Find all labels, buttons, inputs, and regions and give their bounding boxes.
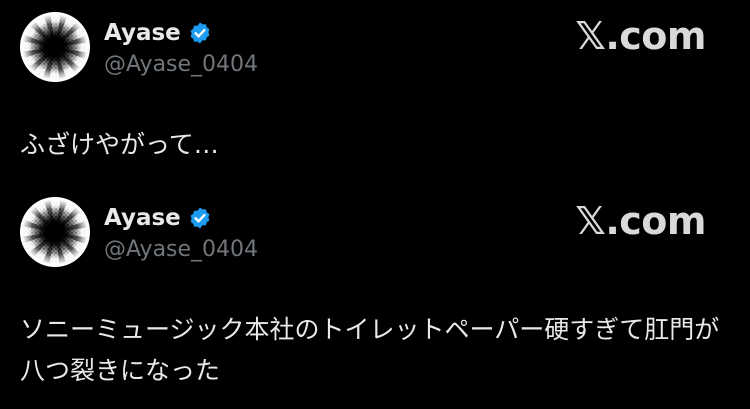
x-logo: 𝕏.com — [575, 199, 706, 243]
author-display-name[interactable]: Ayase — [104, 205, 181, 231]
verified-badge-icon — [190, 22, 210, 44]
author-display-name[interactable]: Ayase — [104, 20, 181, 46]
x-logo: 𝕏.com — [575, 14, 706, 58]
avatar[interactable] — [20, 197, 90, 267]
avatar[interactable] — [20, 12, 90, 82]
verified-badge-icon — [190, 207, 210, 229]
author-name-row: Ayase — [104, 20, 212, 46]
author-handle[interactable]: @Ayase_0404 — [104, 52, 258, 77]
tweet-text: ソニーミュージック本社のトイレットペーパー硬すぎて肛門が八つ裂きになった — [20, 315, 720, 385]
author-handle[interactable]: @Ayase_0404 — [104, 237, 258, 262]
author-name-row: Ayase — [104, 205, 212, 231]
tweet-text: ふざけやがって… — [20, 130, 219, 159]
